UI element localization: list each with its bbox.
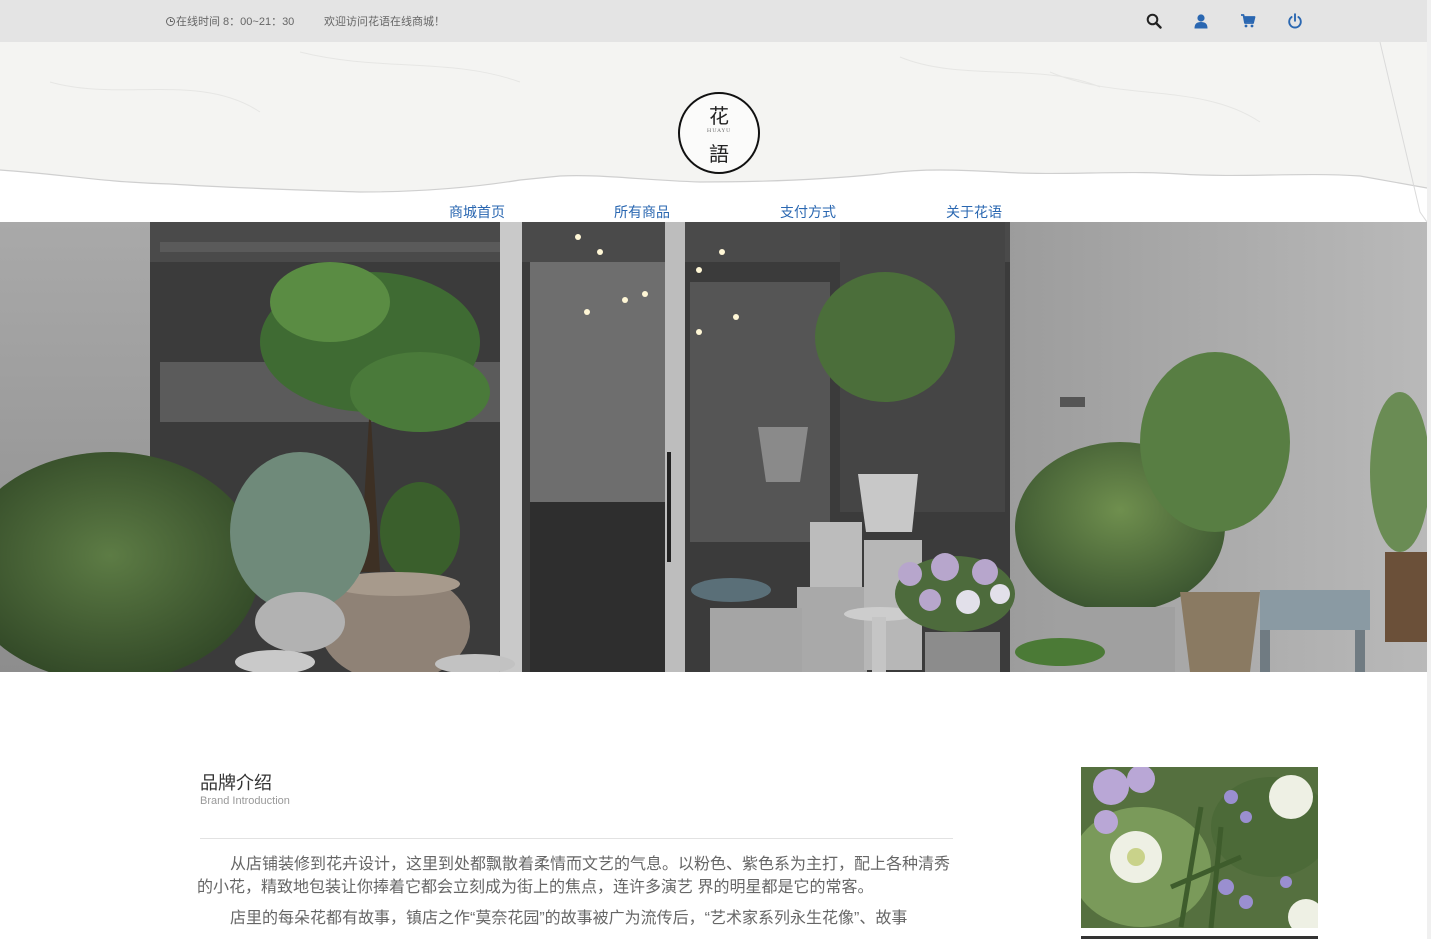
cart-icon[interactable] xyxy=(1237,11,1259,31)
nav-payment[interactable]: 支付方式 xyxy=(780,202,836,222)
page-scrollbar[interactable] xyxy=(1427,0,1431,939)
top-bar: 在线时间 8：00~21：30 欢迎访问花语在线商城！ xyxy=(0,0,1427,42)
hero-banner-image xyxy=(0,222,1427,672)
brand-title: 品牌介绍 xyxy=(200,773,272,793)
search-icon[interactable] xyxy=(1143,11,1165,31)
brand-subtitle: Brand Introduction xyxy=(200,795,290,807)
power-icon[interactable] xyxy=(1284,11,1306,31)
brand-paragraph-2: 店里的每朵花都有故事，镇店之作“莫奈花园”的故事被广为流传后，“艺术家系列永生花… xyxy=(230,910,908,927)
flower-bouquet-image xyxy=(1081,767,1318,928)
clock-icon xyxy=(166,16,175,26)
nav-home[interactable]: 商城首页 xyxy=(449,202,505,222)
welcome-text: 欢迎访问花语在线商城！ xyxy=(324,16,445,28)
logo-char-bottom: 語 xyxy=(709,142,729,166)
logo-small-text: HUAYU xyxy=(706,128,732,134)
logo-char-top: 花 xyxy=(709,104,729,128)
section-divider xyxy=(200,838,953,839)
nav-all-products[interactable]: 所有商品 xyxy=(614,202,670,222)
online-hours: 在线时间 8：00~21：30 xyxy=(166,13,294,29)
user-icon[interactable] xyxy=(1190,11,1212,31)
site-header: 花 HUAYU 語 商城首页 所有商品 支付方式 关于花语 xyxy=(0,42,1427,222)
top-icon-group xyxy=(1143,11,1331,31)
brand-paragraph-1: 从店铺装修到花卉设计，这里到处都飘散着柔情而文艺的气息。以粉色、紫色系为主打，配… xyxy=(197,856,951,896)
site-logo[interactable]: 花 HUAYU 語 xyxy=(678,92,760,174)
main-nav: 商城首页 所有商品 支付方式 关于花语 xyxy=(0,202,1427,222)
storefront-illustration xyxy=(0,222,1427,672)
online-hours-text: 在线时间 8：00~21：30 xyxy=(176,16,295,28)
nav-about[interactable]: 关于花语 xyxy=(946,202,1002,222)
